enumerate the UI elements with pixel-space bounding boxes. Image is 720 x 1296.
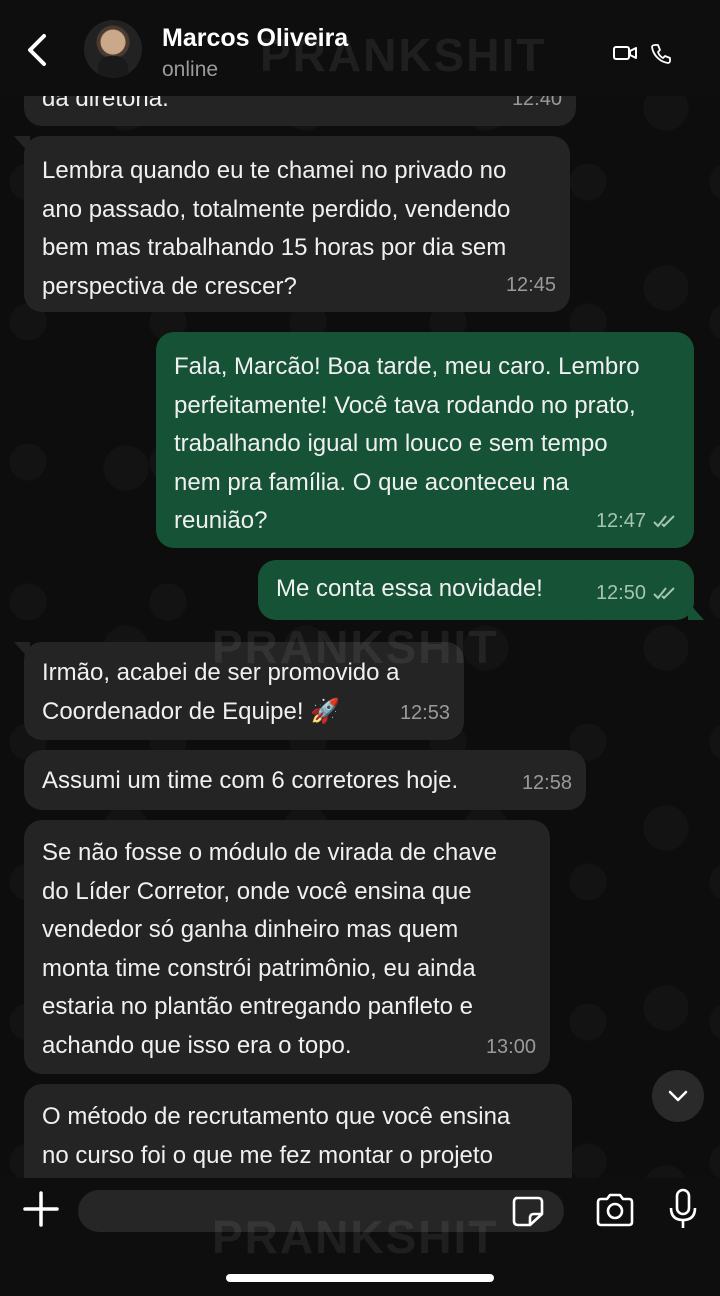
message-time: 12:58 — [521, 771, 572, 794]
message-line: Assumi um time com 6 corretores hoje. — [42, 767, 459, 794]
message-time: 12:50 — [596, 574, 680, 613]
message-time: 13:00 — [485, 1035, 536, 1058]
camera-icon[interactable] — [594, 1192, 636, 1228]
plus-icon[interactable] — [22, 1190, 60, 1228]
message-line: Irmão, acabei de ser promovido a — [42, 659, 400, 686]
message-line: vendedor só ganha dinheiro mas quem — [42, 916, 459, 943]
message-line: Lembra quando eu te chamei no privado no — [42, 157, 507, 184]
message-line: monta time constrói patrimônio, eu ainda — [42, 954, 476, 982]
message-line: bem mas trabalhando 15 horas por dia sem — [42, 234, 507, 261]
message-line: nem pra família. O que aconteceu na — [174, 468, 569, 496]
chat-header: Marcos Oliveira online — [0, 0, 720, 96]
bubble-tail — [688, 602, 704, 620]
message-line: Coordenador de Equipe! 🚀 — [42, 697, 341, 725]
message-line: Fala, Marcão! Boa tarde, meu caro. Lembr… — [174, 353, 640, 380]
phone-icon[interactable] — [650, 42, 672, 64]
message-input[interactable] — [78, 1190, 564, 1232]
message-bubble[interactable]: Fala, Marcão! Boa tarde, meu caro. Lembr… — [156, 332, 694, 548]
message-line: ano passado, totalmente perdido, vendend… — [42, 195, 511, 223]
message-bubble[interactable]: Se não fosse o módulo de virada de chave… — [24, 820, 550, 1074]
message-bubble[interactable]: Irmão, acabei de ser promovido a Coorden… — [14, 642, 464, 740]
message-line: perfeitamente! Você tava rodando no prat… — [174, 391, 636, 419]
bubble-tail — [14, 136, 30, 154]
message-line: O método de recrutamento que você ensina — [42, 1103, 511, 1130]
chevron-down-icon — [668, 1090, 688, 1102]
message-line: do Líder Corretor, onde você ensina que — [42, 877, 472, 905]
bubble-tail — [14, 642, 30, 660]
message-bubble[interactable]: Lembra quando eu te chamei no privado no… — [14, 136, 570, 312]
double-check-icon — [653, 587, 675, 600]
double-check-icon — [653, 515, 675, 528]
message-line: achando que isso era o topo. — [42, 1031, 352, 1059]
scroll-to-bottom-button[interactable] — [652, 1070, 704, 1122]
message-line: perspectiva de crescer? — [42, 272, 297, 300]
message-line: estaria no plantão entregando panfleto e — [42, 993, 474, 1020]
message-line: no curso foi o que me fez montar o proje… — [42, 1141, 493, 1169]
message-time: 12:53 — [399, 701, 450, 724]
home-indicator[interactable] — [226, 1274, 494, 1282]
message-time: 12:45 — [505, 273, 556, 296]
contact-name[interactable]: Marcos Oliveira — [162, 24, 348, 53]
message-time: 12:47 — [596, 502, 680, 541]
message-line: trabalhando igual um louco e sem tempo — [174, 430, 608, 457]
contact-status: online — [162, 58, 219, 81]
avatar[interactable] — [84, 20, 142, 78]
sticker-icon[interactable] — [510, 1194, 546, 1228]
microphone-icon[interactable] — [668, 1188, 698, 1230]
back-arrow-icon[interactable] — [18, 30, 58, 70]
video-call-icon[interactable] — [612, 42, 638, 64]
message-bubble[interactable]: Assumi um time com 6 corretores hoje. 12… — [24, 750, 586, 810]
message-bubble[interactable]: Me conta essa novidade! 12:50 — [258, 560, 704, 620]
message-line: Se não fosse o módulo de virada de chave — [42, 839, 497, 866]
